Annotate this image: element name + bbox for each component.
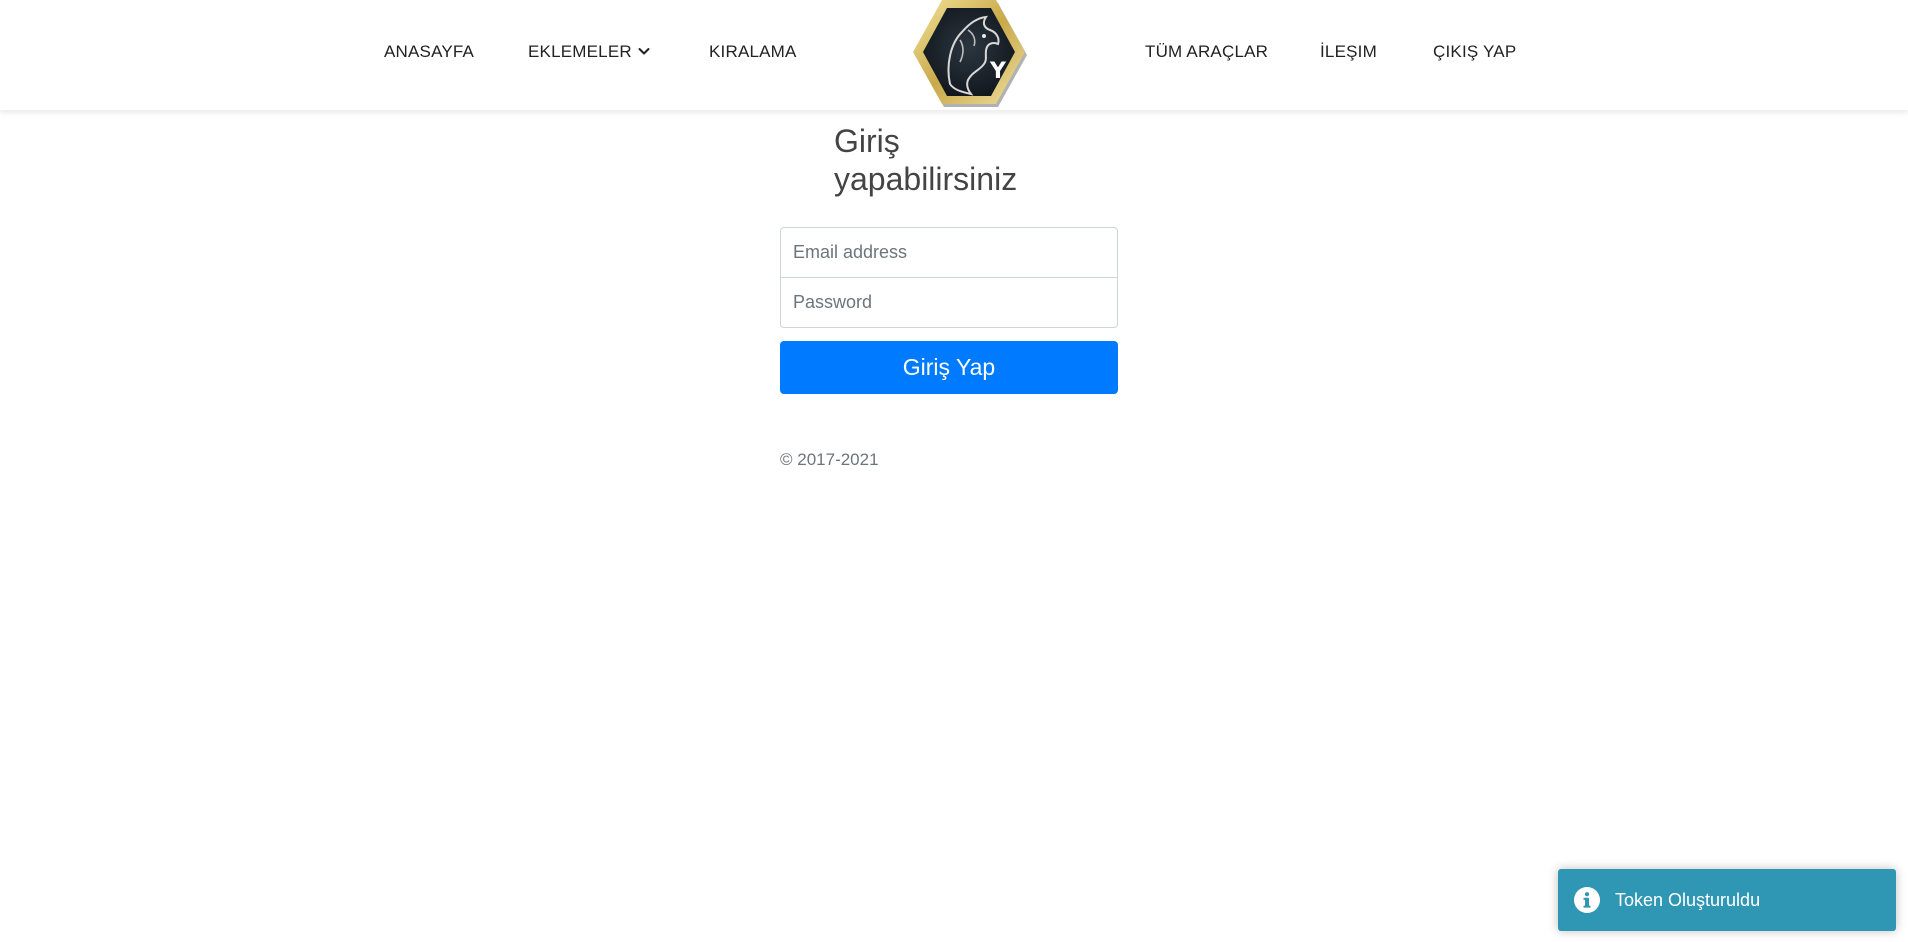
copyright-text: © 2017-2021 bbox=[780, 450, 879, 469]
info-icon bbox=[1574, 887, 1600, 913]
nav-link-addons-dropdown[interactable]: EKLEMELER bbox=[528, 42, 650, 62]
logo-letter: Y bbox=[989, 59, 1007, 84]
nav-link-contact[interactable]: İLEŞIM bbox=[1320, 42, 1377, 62]
password-field[interactable] bbox=[780, 277, 1118, 328]
page-title: Giriş yapabilirsiniz bbox=[834, 123, 1018, 197]
nav-link-rental[interactable]: KIRALAMA bbox=[709, 42, 797, 62]
chevron-down-icon bbox=[638, 41, 650, 61]
toast-message: Token Oluşturuldu bbox=[1615, 890, 1761, 910]
login-form bbox=[780, 227, 1118, 328]
toast-notification[interactable]: Token Oluşturuldu bbox=[1558, 869, 1896, 931]
login-submit-button[interactable]: Giriş Yap bbox=[780, 341, 1118, 394]
nav-link-addons-label: EKLEMELER bbox=[528, 42, 632, 61]
brand-logo[interactable]: Y bbox=[898, 0, 1040, 108]
nav-link-logout[interactable]: ÇIKIŞ YAP bbox=[1433, 42, 1516, 62]
email-field[interactable] bbox=[780, 227, 1118, 278]
nav-link-all-vehicles[interactable]: TÜM ARAÇLAR bbox=[1145, 42, 1268, 62]
nav-link-home[interactable]: ANASAYFA bbox=[384, 42, 474, 62]
lion-logo-icon: Y bbox=[913, 0, 1027, 107]
top-navbar: ANASAYFA EKLEMELER KIRALAMA Y TÜM ARAÇLA… bbox=[0, 0, 1908, 110]
